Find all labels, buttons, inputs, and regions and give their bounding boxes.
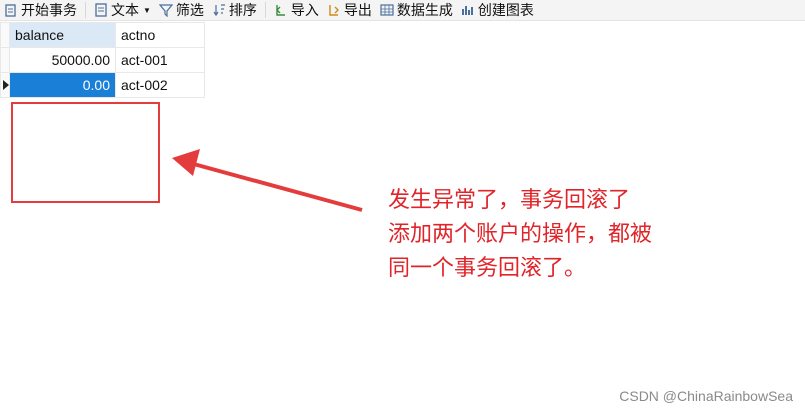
sort-icon — [213, 4, 225, 17]
row-header[interactable] — [0, 47, 10, 73]
begin-transaction-label: 开始事务 — [21, 2, 77, 18]
balance-cell[interactable]: 0.00 — [9, 72, 116, 98]
text-button[interactable]: 文本 ▼ — [90, 0, 155, 20]
actno-cell[interactable]: act-001 — [115, 47, 205, 73]
highlight-box — [11, 102, 160, 203]
watermark: CSDN @ChinaRainbowSea — [619, 388, 793, 404]
data-grid-icon — [380, 4, 394, 16]
annotation-line: 同一个事务回滚了。 — [388, 255, 587, 280]
balance-cell[interactable]: 50000.00 — [9, 47, 116, 73]
table-row[interactable]: 0.00 act-002 — [0, 72, 205, 98]
create-chart-label: 创建图表 — [477, 2, 534, 18]
toolbar-divider — [85, 2, 86, 18]
import-icon — [275, 5, 285, 16]
chart-icon — [461, 6, 473, 15]
toolbar: 开始事务 文本 ▼ 筛选 排序 导入 导出 数据生成 创建图表 — [0, 0, 805, 21]
annotation-line: 发生异常了，事务回滚了 — [388, 187, 631, 212]
transaction-icon — [5, 4, 16, 17]
sort-label: 排序 — [228, 2, 257, 18]
sort-button[interactable]: 排序 — [208, 0, 261, 20]
column-header-balance[interactable]: balance — [9, 22, 116, 48]
export-icon — [329, 5, 339, 16]
text-label: 文本 — [111, 2, 139, 18]
import-label: 导入 — [290, 2, 319, 18]
begin-transaction-button[interactable]: 开始事务 — [0, 0, 81, 20]
generate-data-label: 数据生成 — [396, 2, 453, 18]
generate-data-button[interactable]: 数据生成 — [376, 0, 457, 20]
annotation-text: 发生异常了，事务回滚了 添加两个账户的操作，都被 同一个事务回滚了。 — [388, 183, 652, 285]
row-header[interactable] — [0, 72, 10, 98]
data-grid: balance actno 50000.00 act-001 0.00 act-… — [0, 22, 205, 98]
text-icon — [95, 3, 107, 17]
chevron-down-icon: ▼ — [143, 5, 151, 15]
export-label: 导出 — [343, 2, 372, 18]
actno-cell[interactable]: act-002 — [115, 72, 205, 98]
current-row-indicator-icon — [3, 80, 9, 90]
toolbar-divider — [264, 2, 266, 18]
table-row[interactable]: 50000.00 act-001 — [0, 47, 205, 73]
annotation-line: 添加两个账户的操作，都被 — [388, 221, 653, 246]
import-button[interactable]: 导入 — [270, 0, 323, 20]
header-row: balance actno — [0, 22, 205, 48]
export-button[interactable]: 导出 — [323, 0, 376, 20]
row-header-corner — [0, 22, 10, 48]
filter-button[interactable]: 筛选 — [155, 0, 208, 20]
create-chart-button[interactable]: 创建图表 — [457, 0, 538, 20]
filter-label: 筛选 — [175, 2, 204, 18]
filter-icon — [158, 4, 173, 17]
column-header-actno[interactable]: actno — [115, 22, 205, 48]
